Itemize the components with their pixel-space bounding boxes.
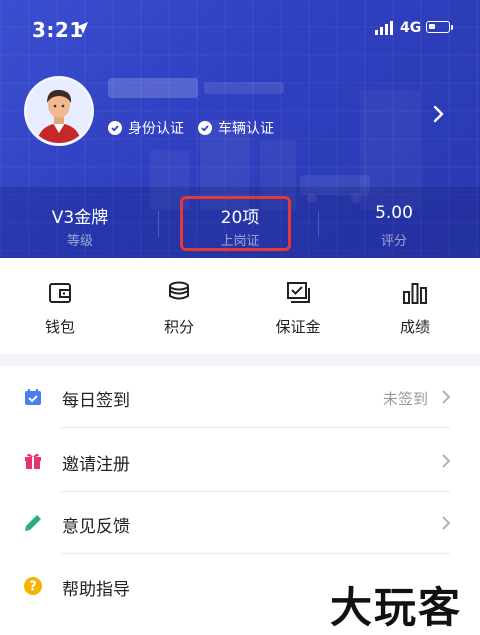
divider <box>158 211 159 237</box>
bar-chart-icon <box>403 283 427 304</box>
action-label: 钱包 <box>44 318 75 336</box>
stat-value: 5.00 <box>375 203 413 223</box>
deposit-icon <box>287 282 310 303</box>
user-portrait-icon <box>27 79 91 143</box>
status-bar: 3:21 4G <box>0 0 480 52</box>
list-item-feedback[interactable]: 意见反馈 <box>0 492 480 554</box>
chevron-right-icon <box>442 390 451 404</box>
highlight-annotation-box <box>180 196 291 251</box>
network-type: 4G <box>400 20 422 36</box>
list-item-title: 邀请注册 <box>62 455 130 475</box>
cellular-signal-icon <box>375 21 393 35</box>
pencil-icon <box>25 515 41 531</box>
battery-icon <box>426 21 453 33</box>
verification-badges: 身份认证 车辆认证 <box>108 118 274 138</box>
action-points[interactable]: 积分 <box>119 280 239 337</box>
row-separator <box>60 553 450 554</box>
action-scores[interactable]: 成绩 <box>355 280 475 337</box>
badge-label: 车辆认证 <box>218 121 274 137</box>
coins-icon <box>169 281 189 300</box>
stat-label: 评分 <box>380 234 407 249</box>
check-circle-icon <box>108 121 122 135</box>
watermark: 大玩客 <box>330 583 463 632</box>
location-arrow-icon <box>76 22 88 34</box>
list-item-title: 帮助指导 <box>62 580 130 600</box>
user-name-obscured <box>108 78 284 98</box>
action-label: 成绩 <box>399 318 430 336</box>
action-label: 积分 <box>163 318 194 336</box>
stat-value: V3金牌 <box>51 208 109 228</box>
action-label: 保证金 <box>275 318 321 336</box>
svg-text:?: ? <box>29 580 37 595</box>
stat-level[interactable]: V3金牌 等级 <box>0 187 160 258</box>
row-separator <box>60 427 450 428</box>
badge-identity: 身份认证 <box>108 118 184 138</box>
gift-icon <box>25 453 41 469</box>
badge-label: 身份认证 <box>128 121 184 137</box>
list-item-title: 每日签到 <box>62 391 130 411</box>
help-icon: ? <box>24 577 42 595</box>
checkin-status: 未签到 <box>382 390 428 408</box>
chevron-right-icon <box>442 454 451 468</box>
chevron-right-icon[interactable] <box>431 104 447 124</box>
calendar-icon <box>25 389 41 405</box>
avatar[interactable] <box>24 76 94 146</box>
stat-rating[interactable]: 5.00 评分 <box>314 187 474 258</box>
wallet-icon <box>49 283 71 303</box>
list-item-daily-checkin[interactable]: 每日签到 未签到 <box>0 366 480 428</box>
stat-label: 等级 <box>66 234 93 249</box>
action-wallet[interactable]: 钱包 <box>0 280 120 337</box>
badge-vehicle: 车辆认证 <box>198 118 274 138</box>
check-circle-icon <box>198 121 212 135</box>
section-divider <box>0 354 480 366</box>
chevron-right-icon <box>442 516 451 530</box>
action-deposit[interactable]: 保证金 <box>238 280 358 337</box>
list-item-invite[interactable]: 邀请注册 <box>0 430 480 492</box>
list-item-title: 意见反馈 <box>62 517 130 537</box>
quick-actions: 钱包 积分 保证金 成绩 <box>0 258 480 354</box>
